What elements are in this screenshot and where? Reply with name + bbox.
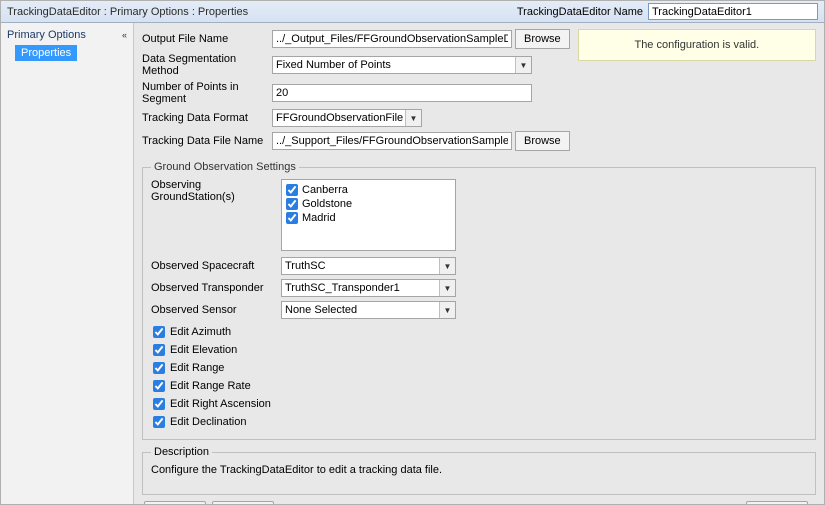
sidebar-header-label: Primary Options xyxy=(7,29,86,41)
edit-rangerate-checkbox[interactable] xyxy=(153,380,165,392)
chevron-down-icon[interactable]: ▼ xyxy=(515,57,531,73)
ground-legend: Ground Observation Settings xyxy=(151,161,299,173)
description-text: Configure the TrackingDataEditor to edit… xyxy=(151,464,807,476)
station-label: Canberra xyxy=(302,184,348,196)
edit-ra-checkbox[interactable] xyxy=(153,398,165,410)
breadcrumb: TrackingDataEditor : Primary Options : P… xyxy=(7,6,517,18)
station-checkbox-madrid[interactable] xyxy=(286,212,298,224)
spacecraft-combo[interactable] xyxy=(281,257,456,275)
edit-dec-checkbox[interactable] xyxy=(153,416,165,428)
station-label: Goldstone xyxy=(302,198,352,210)
titlebar: TrackingDataEditor : Primary Options : P… xyxy=(1,1,824,23)
help-button[interactable]: Help xyxy=(746,501,808,504)
obs-station-label: Observing GroundStation(s) xyxy=(151,179,281,203)
edit-rangerate-label: Edit Range Rate xyxy=(170,380,251,392)
edit-azimuth-checkbox[interactable] xyxy=(153,326,165,338)
station-checkbox-canberra[interactable] xyxy=(286,184,298,196)
ground-observation-group: Ground Observation Settings Observing Gr… xyxy=(142,161,816,440)
output-file-label: Output File Name xyxy=(142,33,272,45)
edit-elevation-checkbox[interactable] xyxy=(153,344,165,356)
cancel-button[interactable]: Cancel xyxy=(212,501,274,504)
body: Primary Options « Properties Output File… xyxy=(1,23,824,504)
edit-azimuth-label: Edit Azimuth xyxy=(170,326,231,338)
chevron-down-icon[interactable]: ▼ xyxy=(439,280,455,296)
sidebar-header[interactable]: Primary Options « xyxy=(3,27,131,43)
transponder-label: Observed Transponder xyxy=(151,282,281,294)
transponder-combo[interactable] xyxy=(281,279,456,297)
name-label: TrackingDataEditor Name xyxy=(517,6,643,18)
top-row: Output File Name Browse Data Segmentatio… xyxy=(142,29,816,155)
window: TrackingDataEditor : Primary Options : P… xyxy=(0,0,825,505)
sidebar: Primary Options « Properties xyxy=(1,23,134,504)
browse-datafile-button[interactable]: Browse xyxy=(515,131,570,151)
edit-dec-label: Edit Declination xyxy=(170,416,246,428)
num-points-label: Number of Points in Segment xyxy=(142,81,272,105)
edit-range-label: Edit Range xyxy=(170,362,224,374)
list-item: Canberra xyxy=(286,183,451,197)
list-item: Goldstone xyxy=(286,197,451,211)
ground-station-list[interactable]: Canberra Goldstone Madrid xyxy=(281,179,456,251)
name-field-group: TrackingDataEditor Name xyxy=(517,3,818,20)
list-item: Madrid xyxy=(286,211,451,225)
browse-output-button[interactable]: Browse xyxy=(515,29,570,49)
seg-method-label: Data Segmentation Method xyxy=(142,53,272,77)
chevron-down-icon[interactable]: ▼ xyxy=(439,302,455,318)
name-input[interactable] xyxy=(648,3,818,20)
ok-button[interactable]: Ok xyxy=(144,501,206,504)
format-combo[interactable] xyxy=(272,109,422,127)
station-label: Madrid xyxy=(302,212,336,224)
edit-ra-label: Edit Right Ascension xyxy=(170,398,271,410)
edit-range-checkbox[interactable] xyxy=(153,362,165,374)
sensor-combo[interactable] xyxy=(281,301,456,319)
data-file-input[interactable] xyxy=(272,132,512,150)
status-box: The configuration is valid. xyxy=(578,29,816,61)
format-label: Tracking Data Format xyxy=(142,112,272,124)
sensor-label: Observed Sensor xyxy=(151,304,281,316)
description-legend: Description xyxy=(151,446,212,458)
chevron-down-icon[interactable]: ▼ xyxy=(405,110,421,126)
station-checkbox-goldstone[interactable] xyxy=(286,198,298,210)
spacecraft-label: Observed Spacecraft xyxy=(151,260,281,272)
output-file-input[interactable] xyxy=(272,30,512,48)
footer: Ok Cancel Help xyxy=(142,495,816,504)
num-points-input[interactable] xyxy=(272,84,532,102)
sidebar-item-properties[interactable]: Properties xyxy=(15,45,77,61)
description-group: Description Configure the TrackingDataEd… xyxy=(142,446,816,495)
data-file-label: Tracking Data File Name xyxy=(142,135,272,147)
main-panel: Output File Name Browse Data Segmentatio… xyxy=(134,23,824,504)
chevron-collapse-icon: « xyxy=(122,30,127,40)
seg-method-combo[interactable] xyxy=(272,56,532,74)
chevron-down-icon[interactable]: ▼ xyxy=(439,258,455,274)
edit-elevation-label: Edit Elevation xyxy=(170,344,237,356)
status-text: The configuration is valid. xyxy=(634,39,759,51)
